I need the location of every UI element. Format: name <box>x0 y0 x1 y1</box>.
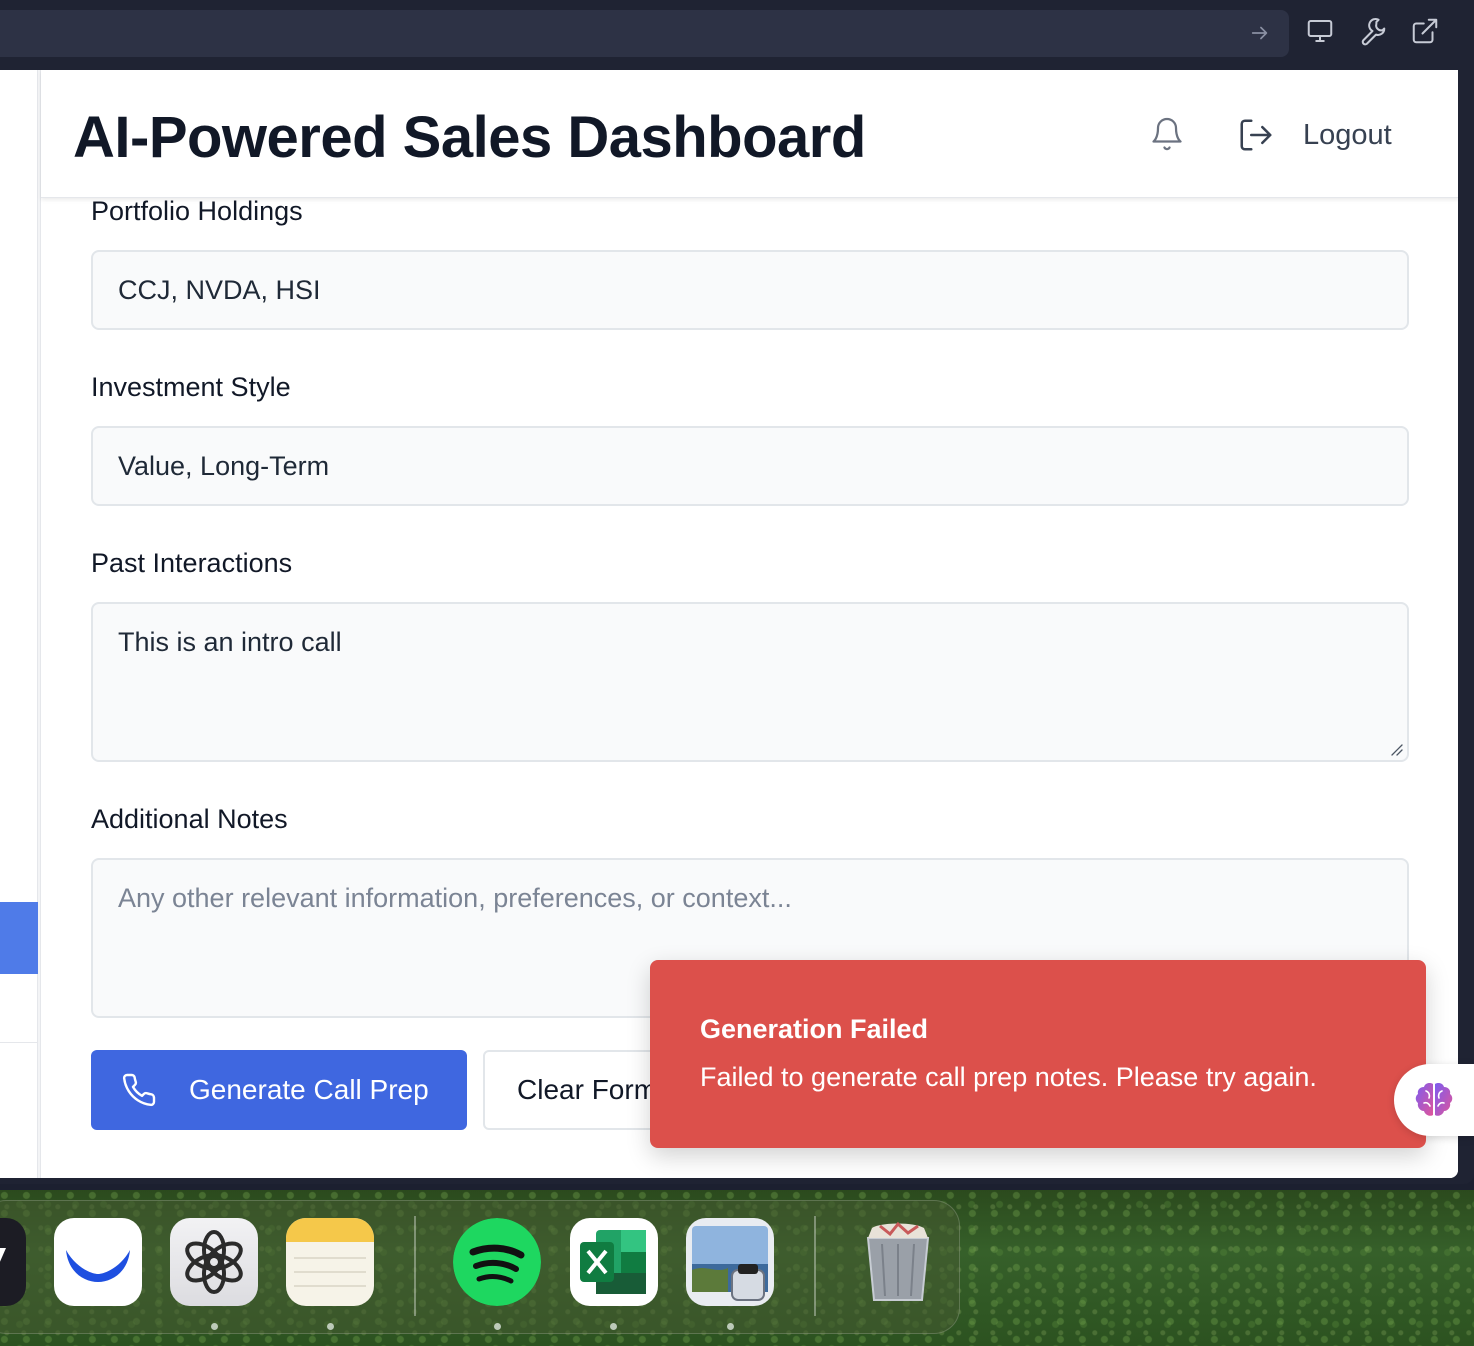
error-toast: Generation Failed Failed to generate cal… <box>650 960 1426 1148</box>
past-interactions-textarea[interactable]: This is an intro call <box>91 602 1409 762</box>
dock-separator <box>814 1216 816 1316</box>
past-interactions-label: Past Interactions <box>91 548 293 578</box>
dock-separator <box>414 1216 416 1316</box>
address-bar[interactable] <box>0 10 1289 57</box>
brain-icon <box>1415 1083 1453 1116</box>
external-link-icon[interactable] <box>1410 16 1440 46</box>
logout-button[interactable]: Logout <box>1237 110 1417 160</box>
running-indicator <box>494 1323 501 1330</box>
bluesky-icon[interactable] <box>54 1218 142 1306</box>
monitor-icon[interactable] <box>1305 16 1335 46</box>
additional-notes-placeholder: Any other relevant information, preferen… <box>118 883 792 913</box>
logout-icon <box>1240 119 1272 151</box>
top-header: AI-Powered Sales Dashboard Logout <box>41 70 1458 198</box>
spotify-icon[interactable] <box>453 1218 541 1306</box>
toast-title: Generation Failed <box>700 1014 929 1044</box>
left-sidebar <box>0 70 38 1178</box>
page-title: AI-Powered Sales Dashboard <box>73 105 866 170</box>
notes-icon[interactable] <box>286 1218 374 1306</box>
forward-arrow-icon[interactable] <box>1249 22 1271 44</box>
investment-style-input[interactable]: Value, Long-Term <box>91 426 1409 506</box>
generate-call-prep-label: Generate Call Prep <box>189 1074 429 1105</box>
past-interactions-value: This is an intro call <box>118 627 342 657</box>
running-indicator <box>610 1323 617 1330</box>
portfolio-holdings-input[interactable]: CCJ, NVDA, HSI <box>91 250 1409 330</box>
running-indicator <box>727 1323 734 1330</box>
logout-label: Logout <box>1303 118 1392 151</box>
portfolio-holdings-label: Portfolio Holdings <box>91 196 303 226</box>
sidebar-divider <box>0 1042 38 1043</box>
chatgpt-icon[interactable] <box>170 1218 258 1306</box>
excel-icon[interactable] <box>570 1218 658 1306</box>
running-indicator <box>211 1323 218 1330</box>
partial-app-icon[interactable] <box>0 1218 26 1306</box>
bell-icon[interactable] <box>1149 116 1185 152</box>
resize-grip-icon[interactable] <box>1387 740 1403 756</box>
toast-message: Failed to generate call prep notes. Plea… <box>700 1062 1317 1092</box>
sidebar-active-item[interactable] <box>0 902 38 974</box>
trash-icon[interactable] <box>854 1218 942 1306</box>
wrench-icon[interactable] <box>1358 16 1388 46</box>
ai-assistant-launcher[interactable] <box>1394 1064 1474 1136</box>
phone-icon <box>122 1073 156 1107</box>
running-indicator <box>327 1323 334 1330</box>
preview-icon[interactable] <box>686 1218 774 1306</box>
generate-call-prep-button[interactable]: Generate Call Prep <box>91 1050 467 1130</box>
additional-notes-label: Additional Notes <box>91 804 288 834</box>
investment-style-label: Investment Style <box>91 372 291 402</box>
